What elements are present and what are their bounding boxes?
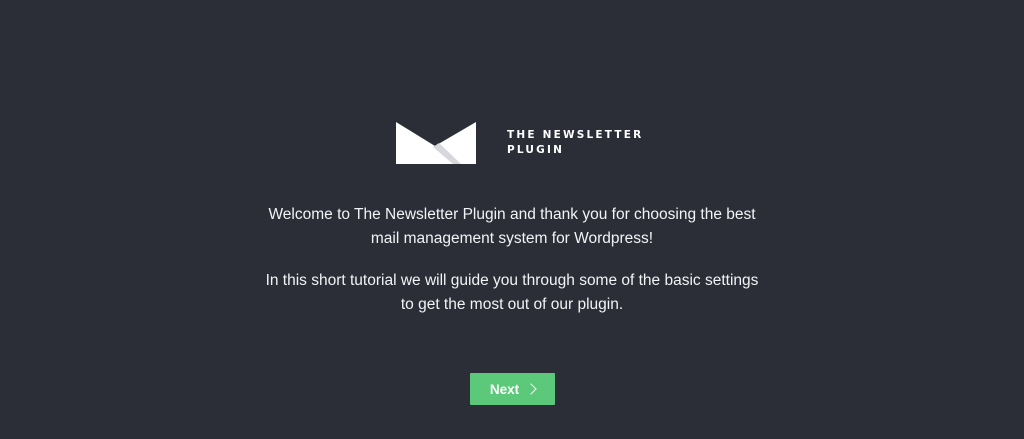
logo-line-2: PLUGIN — [507, 144, 565, 156]
newsletter-logo: THE NEWSLETTER PLUGIN — [395, 121, 643, 165]
next-button-label: Next — [489, 381, 520, 397]
welcome-screen: THE NEWSLETTER PLUGIN Welcome to The New… — [0, 0, 1024, 439]
tutorial-message: In this short tutorial we will guide you… — [265, 272, 759, 313]
next-button[interactable]: Next — [470, 373, 555, 405]
chevron-right-icon — [525, 383, 537, 395]
envelope-icon — [396, 122, 476, 164]
logo-line-1: THE NEWSLETTER — [507, 129, 644, 141]
logo-text: THE NEWSLETTER PLUGIN — [507, 128, 643, 158]
welcome-message: Welcome to The Newsletter Plugin and tha… — [268, 206, 756, 247]
